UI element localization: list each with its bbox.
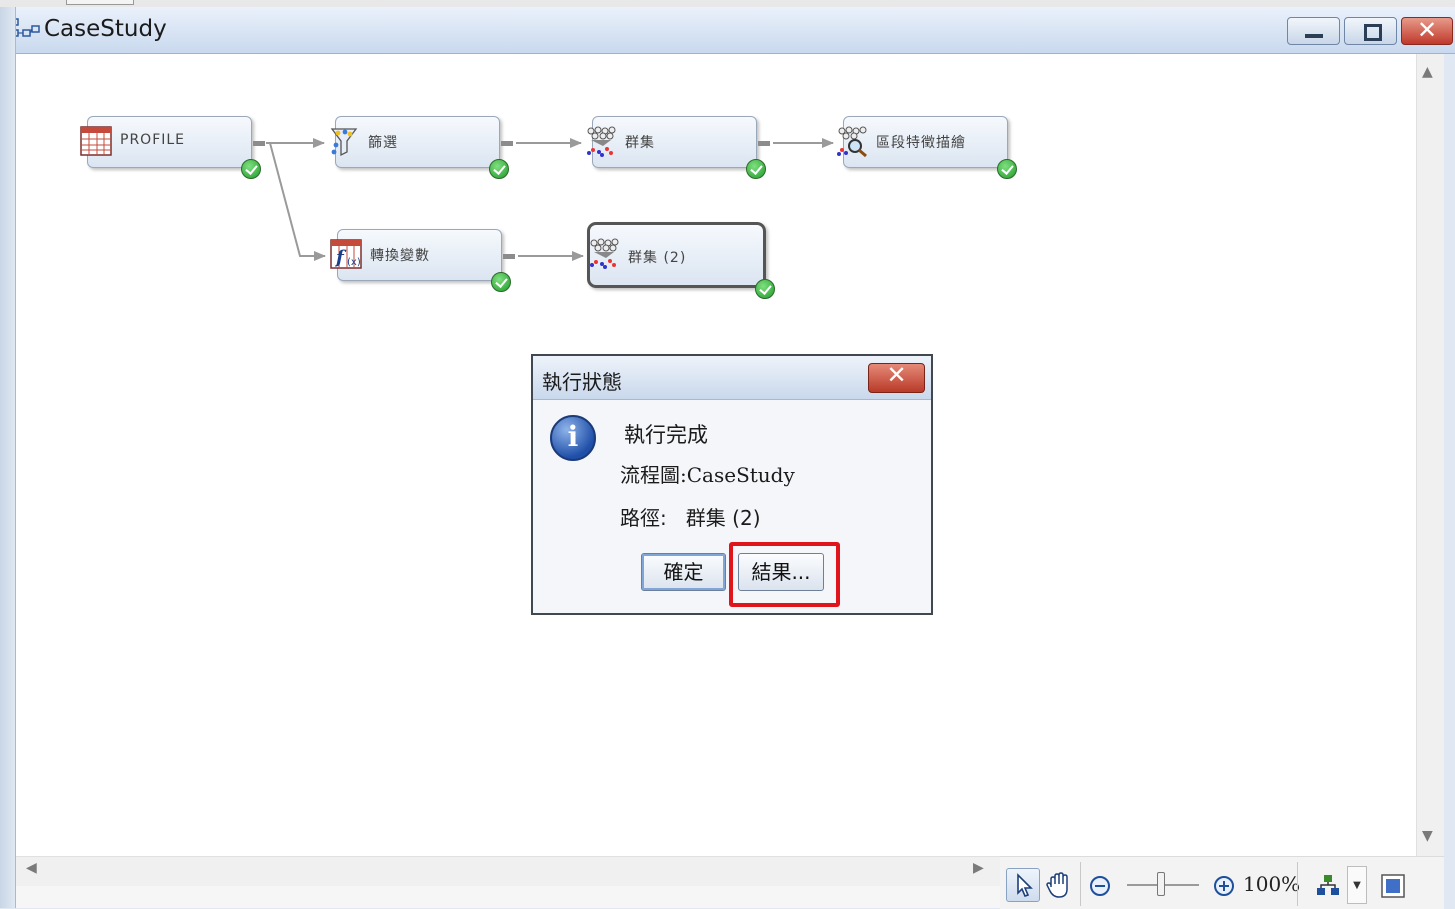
scroll-up-icon[interactable]: ▲ bbox=[1422, 64, 1433, 80]
flow-name-line: 流程圖:CaseStudy bbox=[620, 463, 795, 487]
ok-button[interactable]: 確定 bbox=[641, 553, 726, 591]
horizontal-scrollbar[interactable] bbox=[16, 856, 1000, 887]
status-message: 執行完成 bbox=[624, 423, 708, 447]
node-segment-profile[interactable]: 區段特徵描繪 bbox=[837, 116, 1017, 179]
data-table-icon bbox=[80, 126, 112, 156]
dialog-titlebar[interactable]: 執行狀態 ✕ bbox=[533, 356, 931, 400]
node-cluster[interactable]: 群集 bbox=[587, 116, 770, 179]
zoom-slider-thumb[interactable] bbox=[1157, 872, 1165, 896]
transform-variables-icon: f (x) bbox=[330, 239, 362, 269]
layout-dropdown-button[interactable]: ▼ bbox=[1347, 866, 1367, 904]
completed-check-icon bbox=[746, 159, 766, 179]
fit-to-window-icon[interactable] bbox=[1380, 873, 1406, 899]
zoom-out-icon[interactable] bbox=[1088, 874, 1112, 898]
cluster-icon bbox=[590, 238, 619, 269]
node-cluster-2[interactable]: 群集 (2) bbox=[587, 222, 775, 299]
dialog-title: 執行狀態 bbox=[542, 370, 622, 394]
path-line: 路徑: 群集 (2) bbox=[620, 506, 761, 530]
auto-layout-icon[interactable] bbox=[1314, 872, 1342, 900]
node-label: 群集 (2) bbox=[628, 250, 687, 266]
completed-check-icon bbox=[997, 159, 1017, 179]
filter-icon bbox=[330, 128, 358, 157]
output-port[interactable] bbox=[501, 141, 513, 146]
zoom-level: 100% bbox=[1243, 872, 1301, 896]
output-port[interactable] bbox=[758, 141, 770, 146]
select-tool-button[interactable] bbox=[1006, 868, 1040, 902]
node-label: PROFILE bbox=[120, 132, 186, 148]
node-label: 轉換變數 bbox=[370, 248, 430, 264]
cluster-icon bbox=[587, 126, 616, 157]
right-frame bbox=[1444, 54, 1455, 908]
hand-pan-icon[interactable] bbox=[1044, 870, 1074, 900]
node-filter[interactable]: 篩選 bbox=[330, 116, 513, 179]
completed-check-icon bbox=[489, 159, 509, 179]
node-label: 區段特徵描繪 bbox=[876, 135, 966, 151]
vertical-scrollbar[interactable] bbox=[1416, 54, 1445, 856]
segment-profile-icon bbox=[837, 126, 867, 157]
toolbar-separator bbox=[1297, 862, 1298, 906]
scroll-down-icon[interactable]: ▼ bbox=[1422, 828, 1433, 844]
output-port[interactable] bbox=[503, 254, 515, 259]
zoom-in-icon[interactable] bbox=[1212, 874, 1236, 898]
info-icon: i bbox=[550, 415, 596, 461]
pointer-icon bbox=[1017, 873, 1033, 897]
node-label: 篩選 bbox=[368, 135, 398, 151]
scroll-right-icon[interactable]: ▶ bbox=[973, 860, 984, 876]
bottom-strip bbox=[16, 886, 1000, 908]
svg-text:(x): (x) bbox=[347, 257, 361, 268]
completed-check-icon bbox=[491, 272, 511, 292]
close-icon: ✕ bbox=[886, 361, 907, 389]
connection-profile-transform bbox=[269, 142, 326, 261]
completed-check-icon bbox=[755, 279, 775, 299]
dialog-close-button[interactable]: ✕ bbox=[868, 361, 925, 393]
node-profile[interactable]: PROFILE bbox=[80, 116, 265, 179]
toolbar-separator bbox=[1080, 862, 1081, 906]
info-icon-glyph: i bbox=[567, 420, 579, 453]
node-label: 群集 bbox=[625, 135, 655, 151]
highlight-annotation bbox=[729, 542, 840, 607]
scroll-left-icon[interactable]: ◀ bbox=[26, 860, 37, 876]
output-port[interactable] bbox=[253, 141, 265, 146]
completed-check-icon bbox=[241, 159, 261, 179]
node-transform[interactable]: f (x) 轉換變數 bbox=[330, 229, 515, 292]
